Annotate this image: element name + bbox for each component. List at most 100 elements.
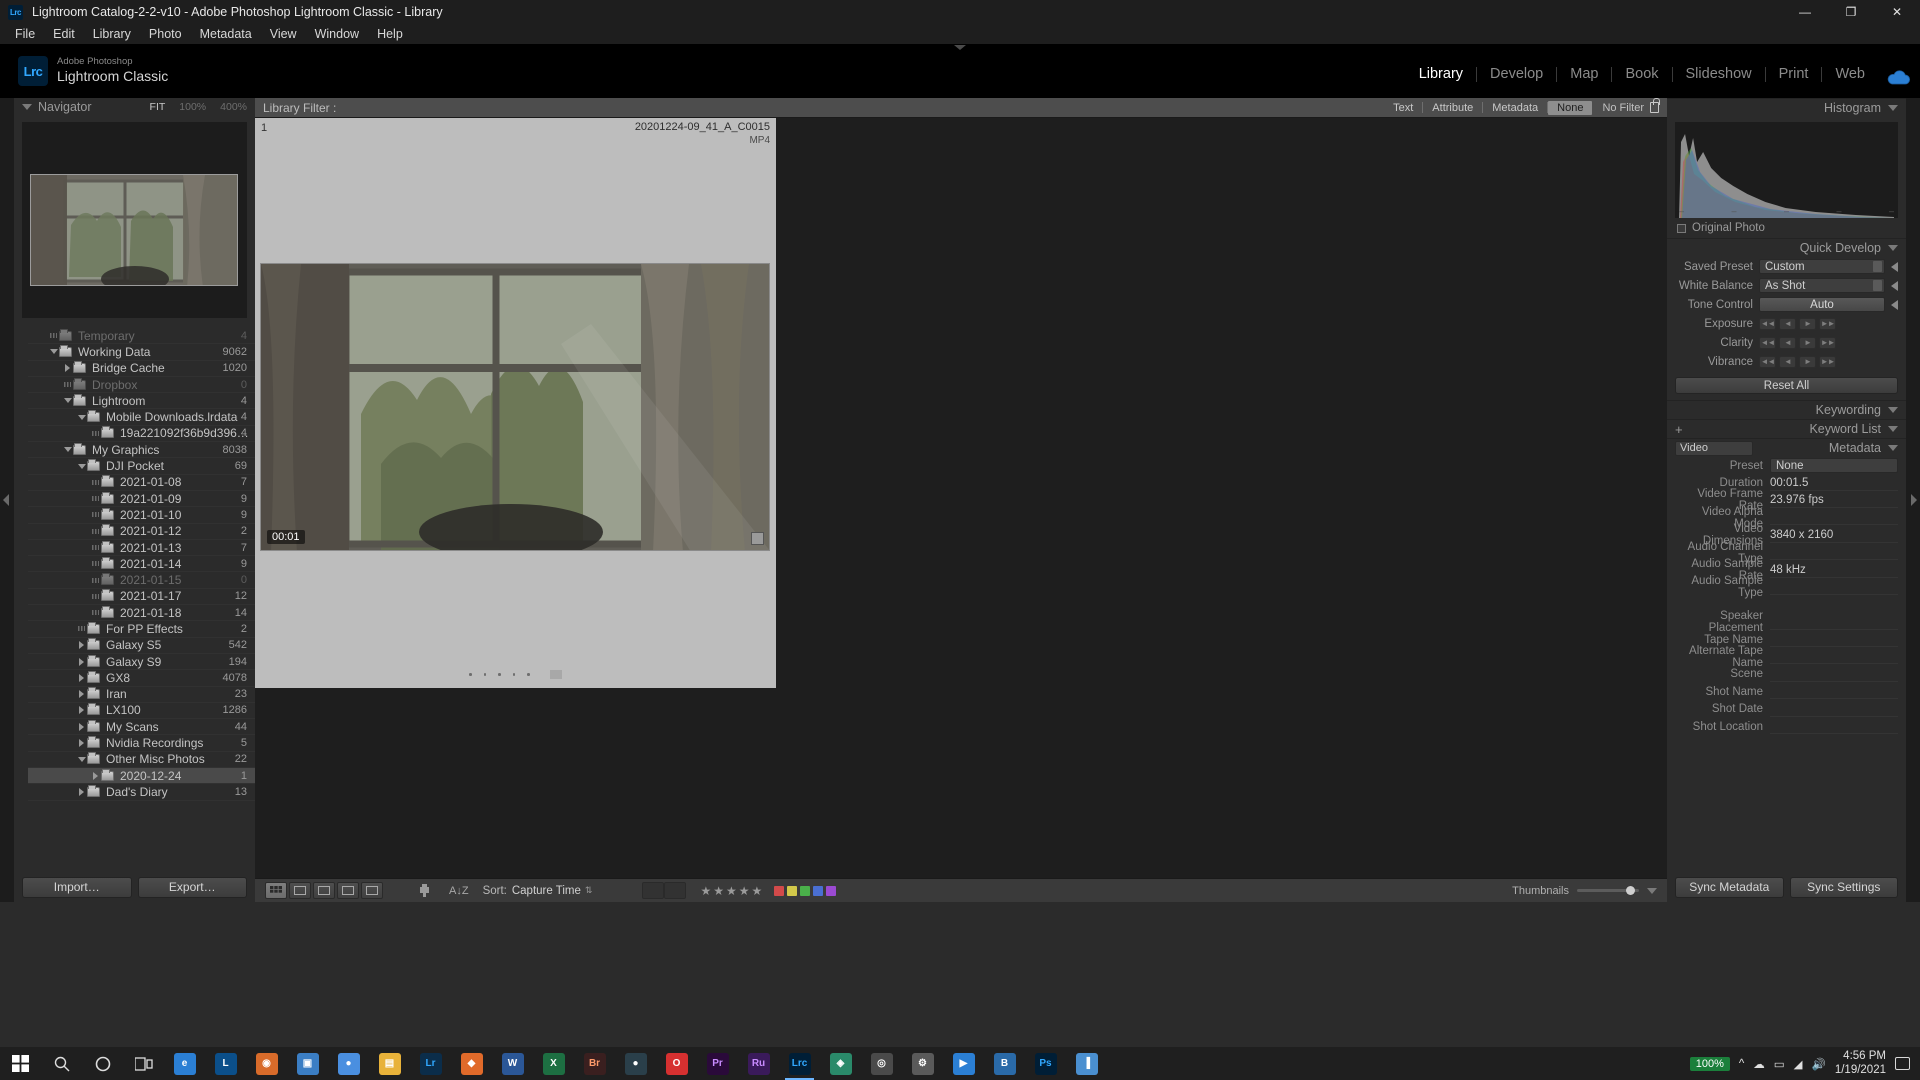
folder-row[interactable]: 2020-12-24 1 (28, 768, 255, 785)
edge-icon[interactable]: e (164, 1047, 205, 1080)
left-panel-collapse-strip[interactable] (0, 98, 14, 902)
module-book[interactable]: Book (1612, 66, 1671, 82)
metadata-field-value[interactable]: 00:01.5 (1770, 476, 1898, 491)
module-slideshow[interactable]: Slideshow (1673, 66, 1765, 82)
folder-twisty-icon[interactable] (90, 528, 101, 534)
folder-twisty-icon[interactable] (76, 739, 87, 748)
original-photo-row[interactable]: Original Photo (1667, 218, 1906, 238)
store-icon[interactable]: ▣ (287, 1047, 328, 1080)
folder-twisty-icon[interactable] (90, 479, 101, 485)
module-print[interactable]: Print (1766, 66, 1822, 82)
stepper-icon[interactable] (1873, 261, 1882, 272)
zoom-badge[interactable]: 100% (1689, 1056, 1730, 1071)
folder-twisty-icon[interactable] (90, 610, 101, 616)
stepper-button-2[interactable]: ◄ (1779, 336, 1796, 349)
folder-row[interactable]: Lightroom 4 (28, 393, 255, 410)
disc-icon[interactable]: ◎ (861, 1047, 902, 1080)
metadata-twisty-icon[interactable] (1888, 445, 1898, 451)
sync-settings-button[interactable]: Sync Settings (1789, 876, 1898, 898)
stepper-button-1[interactable]: ◄◄ (1759, 336, 1776, 349)
color-label-4[interactable] (813, 885, 824, 896)
lightroom-cc-icon[interactable]: L (205, 1047, 246, 1080)
folder-twisty-icon[interactable] (90, 545, 101, 550)
color-label-1[interactable] (774, 885, 785, 896)
folder-row[interactable]: Galaxy S5 542 (28, 638, 255, 654)
folder-row[interactable]: 2021-01-13 7 (28, 540, 255, 557)
folder-row[interactable]: Galaxy S9 194 (28, 654, 255, 671)
folder-twisty-icon[interactable] (76, 690, 87, 699)
filter-tab-attribute[interactable]: Attribute (1423, 101, 1482, 115)
quick-develop-twisty-icon[interactable] (1888, 245, 1898, 251)
stepper-icon[interactable] (1873, 280, 1882, 291)
flag-pick-icon[interactable] (642, 882, 665, 899)
bridge-icon[interactable]: Br (574, 1047, 615, 1080)
metadata-field-value[interactable] (1770, 545, 1898, 561)
volume-icon[interactable]: 🔊 (1812, 1057, 1826, 1071)
metadata-field-value[interactable] (1770, 615, 1898, 630)
metadata-field-value[interactable]: 48 kHz (1770, 563, 1898, 578)
metadata-field-value[interactable] (1770, 649, 1898, 665)
cloud-sync-icon[interactable] (1886, 70, 1912, 88)
phone-icon[interactable]: ▐ (1066, 1047, 1107, 1080)
quick-develop-header[interactable]: Quick Develop (1667, 238, 1906, 257)
task-view-icon[interactable] (123, 1047, 164, 1080)
opera-icon[interactable]: O (656, 1047, 697, 1080)
folder-row[interactable]: My Graphics 8038 (28, 442, 255, 459)
folder-row[interactable]: 2021-01-10 9 (28, 507, 255, 524)
folder-twisty-icon[interactable] (90, 430, 101, 436)
folder-row[interactable]: My Scans 44 (28, 719, 255, 736)
folder-twisty-icon[interactable] (90, 593, 101, 599)
keywording-header[interactable]: Keywording (1667, 400, 1906, 419)
menu-item-help[interactable]: Help (368, 25, 412, 43)
auto-tone-button[interactable]: Auto (1759, 297, 1885, 312)
stepper-button-4[interactable]: ►► (1819, 336, 1836, 349)
identity-plate[interactable]: Lrc Adobe Photoshop Lightroom Classic (18, 56, 168, 86)
star-4[interactable]: ★ (739, 884, 750, 898)
thumbnail-slider-knob[interactable] (1626, 886, 1635, 895)
crop-badge-icon[interactable] (751, 532, 764, 545)
quick-develop-arrow-icon[interactable] (1891, 299, 1898, 310)
folder-row[interactable]: For PP Effects 2 (28, 621, 255, 638)
color-label-swatches[interactable] (774, 885, 837, 896)
lightroom-icon[interactable]: Lr (410, 1047, 451, 1080)
premiere-icon[interactable]: Pr (697, 1047, 738, 1080)
folder-twisty-icon[interactable] (76, 626, 87, 632)
navigator-zoom-fit[interactable]: FIT (150, 101, 166, 113)
survey-view-icon[interactable] (337, 882, 359, 899)
stepper-button-2[interactable]: ◄ (1779, 355, 1796, 368)
quick-develop-arrow-icon[interactable] (1891, 280, 1898, 291)
star-3[interactable]: ★ (726, 884, 737, 898)
folder-row[interactable]: Working Data 9062 (28, 344, 255, 361)
menu-item-window[interactable]: Window (306, 25, 368, 43)
onedrive-icon[interactable]: ☁ (1753, 1057, 1765, 1071)
star-1[interactable]: ★ (700, 884, 711, 898)
folder-row[interactable]: 2021-01-15 0 (28, 572, 255, 589)
folder-row[interactable]: 2021-01-12 2 (28, 524, 255, 540)
filter-tab-metadata[interactable]: Metadata (1483, 101, 1547, 115)
no-filter-label[interactable]: No Filter (1602, 102, 1644, 114)
quick-develop-select[interactable]: As Shot (1759, 278, 1885, 293)
folder-row[interactable]: Bridge Cache 1020 (28, 361, 255, 377)
folder-twisty-icon[interactable] (76, 756, 87, 762)
export-button[interactable]: Export… (137, 876, 247, 898)
folder-row[interactable]: Mobile Downloads.lrdata 4 (28, 409, 255, 426)
filter-tab-text[interactable]: Text (1384, 101, 1422, 115)
windows-start-icon[interactable] (0, 1047, 41, 1080)
right-panel-collapse-strip[interactable] (1906, 98, 1920, 902)
folder-row[interactable]: 2021-01-08 7 (28, 475, 255, 491)
folder-row[interactable]: 2021-01-14 9 (28, 556, 255, 573)
metadata-field-value[interactable] (1770, 702, 1898, 717)
histogram-twisty-icon[interactable] (1888, 105, 1898, 111)
toolbar-options-icon[interactable] (1647, 887, 1657, 894)
steam-icon[interactable]: ● (615, 1047, 656, 1080)
star-5[interactable]: ★ (752, 884, 763, 898)
module-develop[interactable]: Develop (1477, 66, 1556, 82)
color-label-5[interactable] (826, 885, 837, 896)
folder-row[interactable]: Iran 23 (28, 687, 255, 703)
folder-twisty-icon[interactable] (76, 657, 87, 666)
folder-row[interactable]: 2021-01-18 14 (28, 605, 255, 622)
top-panel-handle[interactable] (954, 45, 966, 50)
teams-icon[interactable]: ◈ (820, 1047, 861, 1080)
firefox-icon[interactable]: ◆ (451, 1047, 492, 1080)
folder-twisty-icon[interactable] (76, 722, 87, 731)
